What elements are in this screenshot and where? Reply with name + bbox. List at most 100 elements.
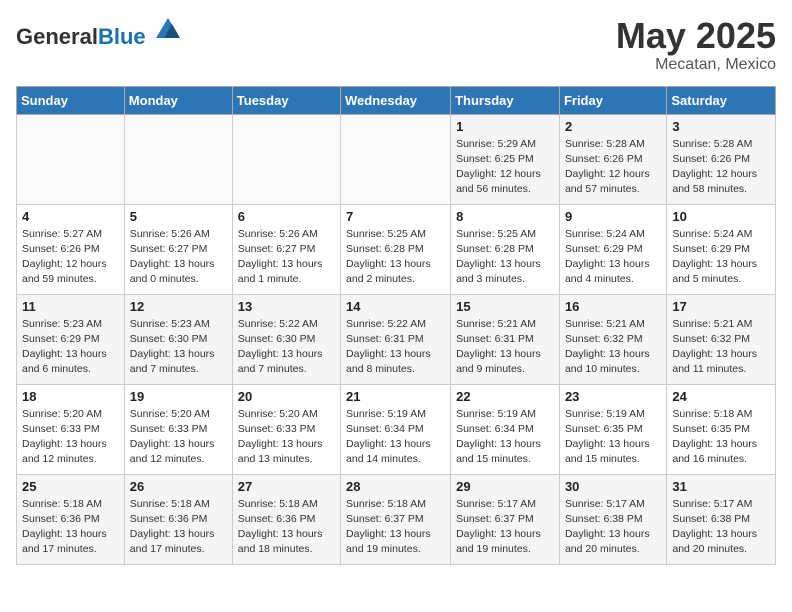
calendar-cell: 23Sunrise: 5:19 AM Sunset: 6:35 PM Dayli…: [559, 384, 666, 474]
day-info: Sunrise: 5:18 AM Sunset: 6:36 PM Dayligh…: [22, 497, 119, 558]
day-info: Sunrise: 5:17 AM Sunset: 6:38 PM Dayligh…: [672, 497, 770, 558]
day-number: 27: [238, 479, 335, 494]
day-info: Sunrise: 5:19 AM Sunset: 6:34 PM Dayligh…: [456, 407, 554, 468]
day-info: Sunrise: 5:26 AM Sunset: 6:27 PM Dayligh…: [130, 227, 227, 288]
weekday-header-friday: Friday: [559, 86, 666, 114]
day-number: 18: [22, 389, 119, 404]
day-info: Sunrise: 5:23 AM Sunset: 6:30 PM Dayligh…: [130, 317, 227, 378]
day-info: Sunrise: 5:21 AM Sunset: 6:32 PM Dayligh…: [565, 317, 661, 378]
day-info: Sunrise: 5:18 AM Sunset: 6:37 PM Dayligh…: [346, 497, 445, 558]
day-number: 3: [672, 119, 770, 134]
day-number: 12: [130, 299, 227, 314]
calendar-cell: 10Sunrise: 5:24 AM Sunset: 6:29 PM Dayli…: [667, 204, 776, 294]
day-info: Sunrise: 5:19 AM Sunset: 6:34 PM Dayligh…: [346, 407, 445, 468]
calendar-cell: 13 Sunrise: 5:22 AM Sunset: 6:30 PM Dayli…: [232, 294, 340, 384]
calendar-cell: 21 Sunrise: 5:19 AM Sunset: 6:34 PM Dayli…: [341, 384, 451, 474]
day-info: Sunrise: 5:25 AM Sunset: 6:28 PM Dayligh…: [346, 227, 445, 288]
calendar-cell: 28 Sunrise: 5:18 AM Sunset: 6:37 PM Dayli…: [341, 474, 451, 564]
weekday-header-row: SundayMondayTuesdayWednesdayThursdayFrid…: [17, 86, 776, 114]
day-number: 17: [672, 299, 770, 314]
logo-icon: [154, 16, 182, 44]
calendar-cell: 4 Sunrise: 5:27 AM Sunset: 6:26 PM Daylig…: [17, 204, 125, 294]
day-number: 25: [22, 479, 119, 494]
calendar-title: May 2025: [616, 16, 776, 56]
day-info: Sunrise: 5:23 AM Sunset: 6:29 PM Dayligh…: [22, 317, 119, 378]
calendar-subtitle: Mecatan, Mexico: [616, 56, 776, 74]
calendar-week-row: 4 Sunrise: 5:27 AM Sunset: 6:26 PM Daylig…: [17, 204, 776, 294]
day-info: Sunrise: 5:21 AM Sunset: 6:32 PM Dayligh…: [672, 317, 770, 378]
calendar-cell: [341, 114, 451, 204]
calendar-cell: 1 Sunrise: 5:29 AM Sunset: 6:25 PM Daylig…: [451, 114, 560, 204]
calendar-cell: 11Sunrise: 5:23 AM Sunset: 6:29 PM Dayli…: [17, 294, 125, 384]
calendar-week-row: 1 Sunrise: 5:29 AM Sunset: 6:25 PM Daylig…: [17, 114, 776, 204]
calendar-week-row: 25 Sunrise: 5:18 AM Sunset: 6:36 PM Dayli…: [17, 474, 776, 564]
calendar-cell: 25 Sunrise: 5:18 AM Sunset: 6:36 PM Dayli…: [17, 474, 125, 564]
calendar-week-row: 18 Sunrise: 5:20 AM Sunset: 6:33 PM Dayli…: [17, 384, 776, 474]
calendar-cell: 29Sunrise: 5:17 AM Sunset: 6:37 PM Dayli…: [451, 474, 560, 564]
day-info: Sunrise: 5:25 AM Sunset: 6:28 PM Dayligh…: [456, 227, 554, 288]
day-number: 21: [346, 389, 445, 404]
day-info: Sunrise: 5:29 AM Sunset: 6:25 PM Dayligh…: [456, 137, 554, 198]
day-info: Sunrise: 5:22 AM Sunset: 6:30 PM Dayligh…: [238, 317, 335, 378]
calendar-cell: 24Sunrise: 5:18 AM Sunset: 6:35 PM Dayli…: [667, 384, 776, 474]
day-info: Sunrise: 5:26 AM Sunset: 6:27 PM Dayligh…: [238, 227, 335, 288]
calendar-cell: 8 Sunrise: 5:25 AM Sunset: 6:28 PM Daylig…: [451, 204, 560, 294]
calendar-cell: [232, 114, 340, 204]
day-number: 6: [238, 209, 335, 224]
day-number: 1: [456, 119, 554, 134]
title-block: May 2025 Mecatan, Mexico: [616, 16, 776, 74]
day-info: Sunrise: 5:24 AM Sunset: 6:29 PM Dayligh…: [565, 227, 661, 288]
day-info: Sunrise: 5:18 AM Sunset: 6:35 PM Dayligh…: [672, 407, 770, 468]
day-info: Sunrise: 5:18 AM Sunset: 6:36 PM Dayligh…: [130, 497, 227, 558]
day-number: 8: [456, 209, 554, 224]
day-info: Sunrise: 5:28 AM Sunset: 6:26 PM Dayligh…: [672, 137, 770, 198]
day-number: 14: [346, 299, 445, 314]
calendar-cell: [17, 114, 125, 204]
logo-blue-text: Blue: [98, 24, 146, 49]
day-info: Sunrise: 5:17 AM Sunset: 6:37 PM Dayligh…: [456, 497, 554, 558]
calendar-cell: 26 Sunrise: 5:18 AM Sunset: 6:36 PM Dayli…: [124, 474, 232, 564]
day-number: 13: [238, 299, 335, 314]
day-number: 9: [565, 209, 661, 224]
day-number: 23: [565, 389, 661, 404]
calendar-cell: 27 Sunrise: 5:18 AM Sunset: 6:36 PM Dayli…: [232, 474, 340, 564]
logo-general-text: General: [16, 24, 98, 49]
day-info: Sunrise: 5:22 AM Sunset: 6:31 PM Dayligh…: [346, 317, 445, 378]
day-info: Sunrise: 5:20 AM Sunset: 6:33 PM Dayligh…: [22, 407, 119, 468]
weekday-header-saturday: Saturday: [667, 86, 776, 114]
day-number: 28: [346, 479, 445, 494]
calendar-cell: 16 Sunrise: 5:21 AM Sunset: 6:32 PM Dayli…: [559, 294, 666, 384]
page-header: GeneralBlue May 2025 Mecatan, Mexico: [16, 16, 776, 74]
logo: GeneralBlue: [16, 16, 182, 48]
calendar-cell: 20Sunrise: 5:20 AM Sunset: 6:33 PM Dayli…: [232, 384, 340, 474]
day-number: 2: [565, 119, 661, 134]
calendar-table: SundayMondayTuesdayWednesdayThursdayFrid…: [16, 86, 776, 565]
calendar-cell: 5Sunrise: 5:26 AM Sunset: 6:27 PM Daylig…: [124, 204, 232, 294]
weekday-header-thursday: Thursday: [451, 86, 560, 114]
day-info: Sunrise: 5:27 AM Sunset: 6:26 PM Dayligh…: [22, 227, 119, 288]
calendar-cell: 19Sunrise: 5:20 AM Sunset: 6:33 PM Dayli…: [124, 384, 232, 474]
day-info: Sunrise: 5:24 AM Sunset: 6:29 PM Dayligh…: [672, 227, 770, 288]
day-number: 4: [22, 209, 119, 224]
calendar-cell: 2 Sunrise: 5:28 AM Sunset: 6:26 PM Daylig…: [559, 114, 666, 204]
day-info: Sunrise: 5:28 AM Sunset: 6:26 PM Dayligh…: [565, 137, 661, 198]
day-info: Sunrise: 5:18 AM Sunset: 6:36 PM Dayligh…: [238, 497, 335, 558]
weekday-header-monday: Monday: [124, 86, 232, 114]
day-number: 26: [130, 479, 227, 494]
weekday-header-sunday: Sunday: [17, 86, 125, 114]
day-number: 15: [456, 299, 554, 314]
calendar-cell: 14 Sunrise: 5:22 AM Sunset: 6:31 PM Dayli…: [341, 294, 451, 384]
calendar-cell: 15 Sunrise: 5:21 AM Sunset: 6:31 PM Dayli…: [451, 294, 560, 384]
weekday-header-tuesday: Tuesday: [232, 86, 340, 114]
day-number: 31: [672, 479, 770, 494]
calendar-cell: [124, 114, 232, 204]
day-info: Sunrise: 5:21 AM Sunset: 6:31 PM Dayligh…: [456, 317, 554, 378]
calendar-cell: 30Sunrise: 5:17 AM Sunset: 6:38 PM Dayli…: [559, 474, 666, 564]
calendar-week-row: 11Sunrise: 5:23 AM Sunset: 6:29 PM Dayli…: [17, 294, 776, 384]
day-number: 20: [238, 389, 335, 404]
calendar-cell: 22Sunrise: 5:19 AM Sunset: 6:34 PM Dayli…: [451, 384, 560, 474]
calendar-cell: 31 Sunrise: 5:17 AM Sunset: 6:38 PM Dayli…: [667, 474, 776, 564]
day-number: 16: [565, 299, 661, 314]
day-info: Sunrise: 5:17 AM Sunset: 6:38 PM Dayligh…: [565, 497, 661, 558]
calendar-cell: 6 Sunrise: 5:26 AM Sunset: 6:27 PM Daylig…: [232, 204, 340, 294]
